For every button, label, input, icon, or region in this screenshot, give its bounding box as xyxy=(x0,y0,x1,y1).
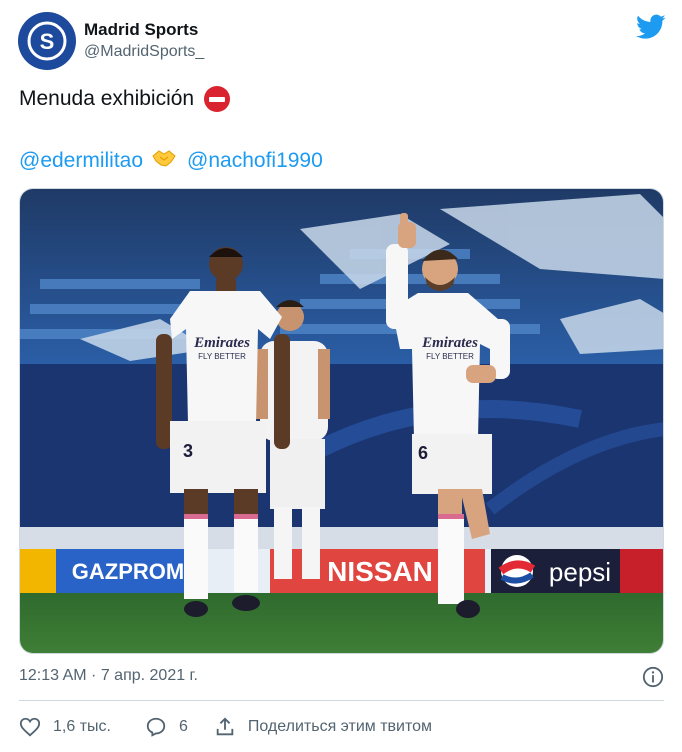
handshake-icon xyxy=(151,148,177,174)
info-icon[interactable] xyxy=(642,666,664,688)
share-button[interactable]: Поделиться этим твитом xyxy=(214,716,432,738)
shorts-number-left: 3 xyxy=(183,441,193,461)
shirt-sponsor-right: Emirates xyxy=(421,335,478,351)
board-pepsi: pepsi xyxy=(549,557,611,587)
like-button[interactable]: 1,6 тыс. xyxy=(19,716,111,738)
tweet-text-line-1: Menuda exhibición xyxy=(19,86,231,112)
no-entry-icon xyxy=(204,86,231,112)
tweet-text: Menuda exhibición xyxy=(19,87,195,110)
tweet-card: S Madrid Sports @MadridSports_ Menuda ex… xyxy=(0,0,682,752)
tweet-mentions: @edermilitao @nachofi1990 xyxy=(19,148,323,174)
reply-button[interactable]: 6 xyxy=(145,716,188,738)
divider xyxy=(19,700,664,701)
football-match-image: GAZPROM NISSAN pepsi Emirates FLY BETTER… xyxy=(20,189,663,653)
tweet-photo[interactable]: GAZPROM NISSAN pepsi Emirates FLY BETTER… xyxy=(19,188,664,654)
like-count: 1,6 тыс. xyxy=(53,718,111,735)
author-name[interactable]: Madrid Sports xyxy=(84,20,198,40)
mention-nachofi1990[interactable]: @nachofi1990 xyxy=(187,149,323,173)
share-icon xyxy=(216,717,234,736)
reply-bubble-icon xyxy=(146,717,166,737)
shirt-sponsor-left: Emirates xyxy=(193,335,250,351)
avatar[interactable]: S xyxy=(18,12,76,70)
svg-text:S: S xyxy=(40,29,55,54)
shirt-sponsor-right-sub: FLY BETTER xyxy=(426,352,474,361)
twitter-bird-icon[interactable] xyxy=(636,14,666,40)
madrid-sports-logo-icon: S xyxy=(27,21,67,61)
shirt-sponsor-left-sub: FLY BETTER xyxy=(198,352,246,361)
heart-icon xyxy=(19,717,41,737)
mention-edermilitao[interactable]: @edermilitao xyxy=(19,149,143,173)
tweet-timestamp[interactable]: 12:13 AM · 7 апр. 2021 г. xyxy=(19,667,198,685)
share-label: Поделиться этим твитом xyxy=(247,718,433,735)
board-nissan: NISSAN xyxy=(327,556,433,587)
shorts-number-right: 6 xyxy=(418,443,428,463)
board-gazprom: GAZPROM xyxy=(72,559,184,584)
author-handle[interactable]: @MadridSports_ xyxy=(84,43,204,61)
reply-count: 6 xyxy=(178,718,188,735)
tweet-actions: 1,6 тыс. 6 Поделиться этим твитом xyxy=(19,716,432,738)
